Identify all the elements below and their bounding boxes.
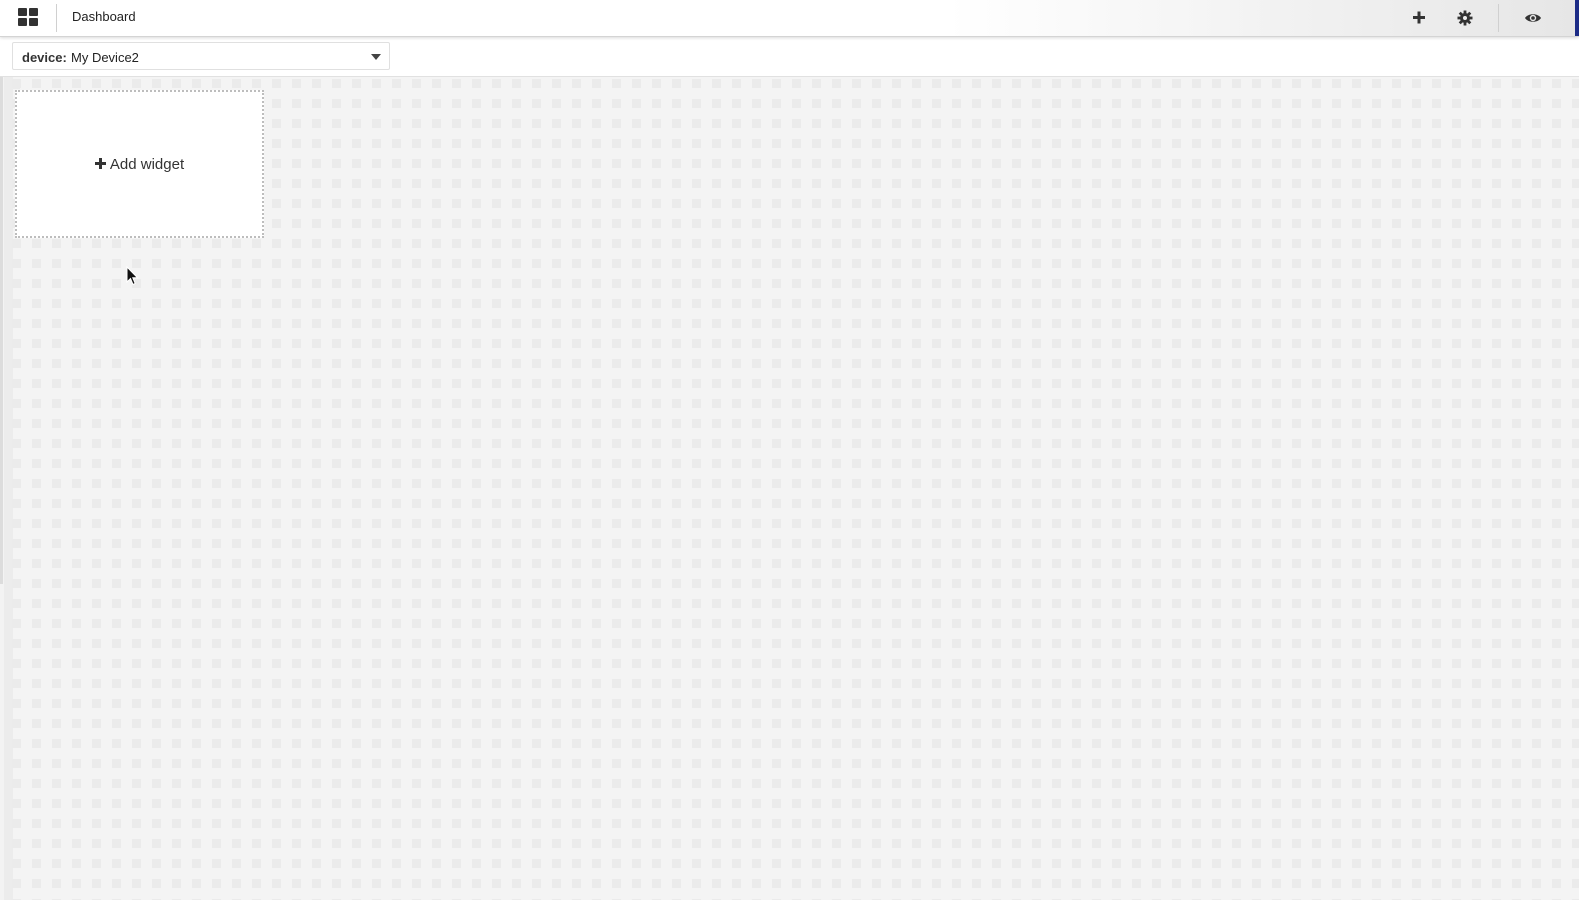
dashboard-grid-icon[interactable] [18,8,38,26]
chevron-down-icon [371,54,381,60]
add-icon[interactable] [1410,9,1428,27]
device-select-label: device: [22,50,67,65]
topbar-divider [56,4,57,32]
topbar-edge-accent [1575,0,1579,36]
device-toolbar: device: My Device2 [0,37,1579,77]
left-edge-bar [0,77,3,584]
top-bar: Dashboard [0,0,1579,37]
mouse-pointer-icon [126,265,140,286]
add-widget-content: Add widget [17,156,262,173]
plus-icon [94,158,106,169]
eye-icon[interactable] [1524,9,1542,27]
device-select-value: My Device2 [71,50,139,65]
page-title: Dashboard [72,9,136,24]
device-select[interactable]: device: My Device2 [12,42,390,70]
gear-icon[interactable] [1456,9,1474,27]
dashboard-page: Dashboard device: My Device2 Add widget [0,0,1579,900]
topbar-divider [1498,4,1499,32]
add-widget-button[interactable]: Add widget [15,90,264,238]
add-widget-label: Add widget [109,156,185,173]
